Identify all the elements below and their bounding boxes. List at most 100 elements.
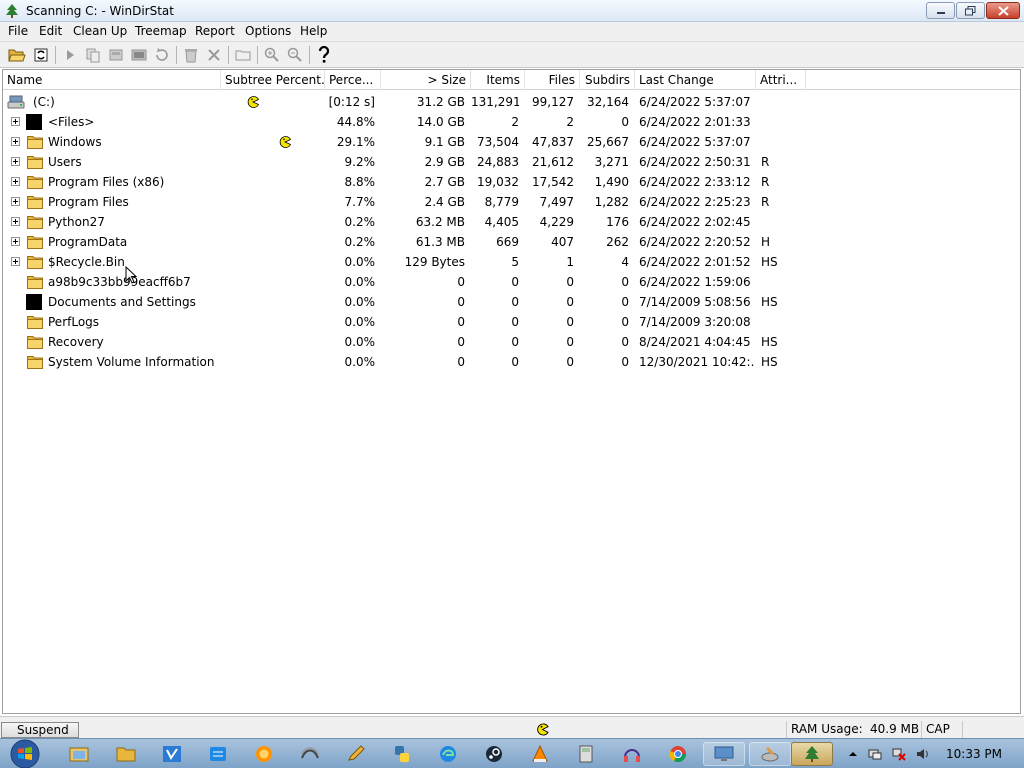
column-last-change[interactable]: Last Change	[635, 70, 756, 90]
taskbar-button-remote-desktop[interactable]	[703, 742, 745, 766]
toolbar	[0, 42, 1024, 68]
table-row[interactable]: a98b9c33bb99eacff6b7 0.0% 0 0 0 0 6/24/2022 1:…	[3, 272, 1020, 292]
column-percent[interactable]: Perce...	[325, 70, 381, 90]
taskbar-button-edge[interactable]	[427, 742, 469, 766]
menu-treemap[interactable]: Treemap	[133, 24, 189, 38]
directory-list[interactable]: Name Subtree Percent... Perce... > Size …	[2, 69, 1021, 714]
taskbar-button-firefox[interactable]	[243, 742, 285, 766]
row-items: 0	[511, 295, 519, 309]
expand-icon[interactable]	[11, 197, 20, 206]
menu-file[interactable]: File	[6, 24, 30, 38]
expand-icon[interactable]	[11, 157, 20, 166]
table-row[interactable]: (C:) [0:12 s] 31.2 GB 131,291 99,127 32,164 6/…	[3, 92, 1020, 112]
table-row[interactable]: Program Files 7.7% 2.4 GB 8,779 7,497 1,282 6/…	[3, 192, 1020, 212]
table-row[interactable]: Python27 0.2% 63.2 MB 4,405 4,229 176 6/24/202…	[3, 212, 1020, 232]
expand-icon[interactable]	[11, 237, 20, 246]
play-button[interactable]	[60, 45, 80, 65]
column-files[interactable]: Files	[525, 70, 580, 90]
table-row[interactable]: ProgramData 0.2% 61.3 MB 669 407 262 6/24/2022…	[3, 232, 1020, 252]
taskbar-button-folder[interactable]	[105, 742, 147, 766]
expand-icon[interactable]	[11, 137, 20, 146]
network-icon[interactable]	[892, 747, 906, 761]
column-attributes[interactable]: Attri...	[756, 70, 806, 90]
menu-edit[interactable]: Edit	[37, 24, 64, 38]
taskbar-button-calculator[interactable]	[565, 742, 607, 766]
taskbar-button-python[interactable]	[381, 742, 423, 766]
table-row[interactable]: Recovery 0.0% 0 0 0 0 8/24/2021 4:04:45 ... HS	[3, 332, 1020, 352]
menu-options[interactable]: Options	[243, 24, 293, 38]
row-items: 0	[511, 315, 519, 329]
start-button[interactable]	[6, 739, 44, 768]
clock[interactable]: 10:33 PM	[946, 747, 1002, 761]
row-subdirs: 25,667	[587, 135, 629, 149]
expand-icon[interactable]	[11, 217, 20, 226]
properties-button[interactable]	[233, 45, 253, 65]
taskbar-button-vlc[interactable]	[519, 742, 561, 766]
zoom-in-button[interactable]	[262, 45, 282, 65]
clean-button[interactable]	[106, 45, 126, 65]
expand-icon[interactable]	[11, 257, 20, 266]
taskbar-button-disk-cleanup[interactable]	[749, 742, 791, 766]
column-subdirs[interactable]: Subdirs	[580, 70, 635, 90]
expand-icon[interactable]	[11, 117, 20, 126]
column-items[interactable]: Items	[471, 70, 525, 90]
refresh-selected-button[interactable]	[152, 45, 172, 65]
action-center-icon[interactable]	[868, 747, 882, 761]
taskbar-button-file-explorer[interactable]	[58, 742, 100, 766]
zoom-out-button[interactable]	[285, 45, 305, 65]
help-button[interactable]	[314, 45, 334, 65]
taskbar-button-chrome[interactable]	[657, 742, 699, 766]
refresh-button[interactable]	[31, 45, 51, 65]
close-button[interactable]	[986, 2, 1020, 19]
menu-report[interactable]: Report	[193, 24, 237, 38]
table-row[interactable]: System Volume Information 0.0% 0 0 0 0 12/30/2…	[3, 352, 1020, 372]
taskbar-button-vs-code[interactable]	[151, 742, 193, 766]
row-name: Documents and Settings	[48, 295, 196, 309]
taskbar-button-winstore[interactable]	[197, 742, 239, 766]
volume-icon[interactable]	[916, 747, 930, 761]
row-size: 9.1 GB	[424, 135, 465, 149]
cmd-button[interactable]	[129, 45, 149, 65]
open-button[interactable]	[7, 45, 27, 65]
row-percent: 8.8%	[344, 175, 376, 189]
row-files: 0	[566, 275, 574, 289]
steam-icon	[486, 746, 502, 762]
column-size[interactable]: > Size	[381, 70, 471, 90]
table-row[interactable]: $Recycle.Bin 0.0% 129 Bytes 5 1 4 6/24/2022 2:…	[3, 252, 1020, 272]
table-row[interactable]: Users 9.2% 2.9 GB 24,883 21,612 3,271 6/24/202…	[3, 152, 1020, 172]
taskbar-button-pencil[interactable]	[335, 742, 377, 766]
table-row[interactable]: Windows 29.1% 9.1 GB 73,504 47,837 25,667 6/24…	[3, 132, 1020, 152]
row-size: 14.0 GB	[416, 115, 465, 129]
taskbar-button-steam[interactable]	[473, 742, 515, 766]
copy-button[interactable]	[83, 45, 103, 65]
show-hidden-icons-icon[interactable]	[846, 747, 860, 761]
taskbar-button-windirstat[interactable]	[791, 742, 833, 766]
table-row[interactable]: Program Files (x86) 8.8% 2.7 GB 19,032 17,54…	[3, 172, 1020, 192]
row-attributes: R	[761, 155, 770, 169]
menu-help[interactable]: Help	[298, 24, 329, 38]
column-subtree-percent[interactable]: Subtree Percent...	[221, 70, 325, 90]
recycle-button[interactable]	[181, 45, 201, 65]
row-last-change: 6/24/2022 2:01:52 ...	[639, 255, 754, 269]
row-last-change: 12/30/2021 10:42:...	[639, 355, 754, 369]
taskbar-button-wireshark[interactable]	[289, 742, 331, 766]
table-row[interactable]: PerfLogs 0.0% 0 0 0 0 7/14/2009 3:20:08 ...	[3, 312, 1020, 332]
expand-icon[interactable]	[11, 177, 20, 186]
delete-button[interactable]	[204, 45, 224, 65]
winstore-icon	[210, 747, 226, 761]
table-row[interactable]: <Files> 44.8% 14.0 GB 2 2 0 6/24/2022 2:01:33 …	[3, 112, 1020, 132]
row-percent: [0:12 s]	[328, 95, 375, 109]
row-percent: 0.2%	[344, 235, 376, 249]
column-name[interactable]: Name	[3, 70, 221, 90]
title-bar[interactable]: Scanning C: - WinDirStat	[0, 0, 1024, 22]
suspend-button[interactable]: Suspend	[1, 722, 79, 738]
menu-clean-up[interactable]: Clean Up	[71, 24, 129, 38]
taskbar-button-headphones[interactable]	[611, 742, 653, 766]
row-subdirs: 262	[606, 235, 629, 249]
minimize-button[interactable]	[926, 2, 955, 19]
row-last-change: 6/24/2022 5:37:07 ...	[639, 135, 754, 149]
row-attributes	[761, 212, 805, 232]
restore-button[interactable]	[956, 2, 985, 19]
table-row[interactable]: Documents and Settings 0.0% 0 0 0 0 7/14/2009 …	[3, 292, 1020, 312]
row-last-change: 6/24/2022 5:37:07 ...	[639, 95, 754, 109]
